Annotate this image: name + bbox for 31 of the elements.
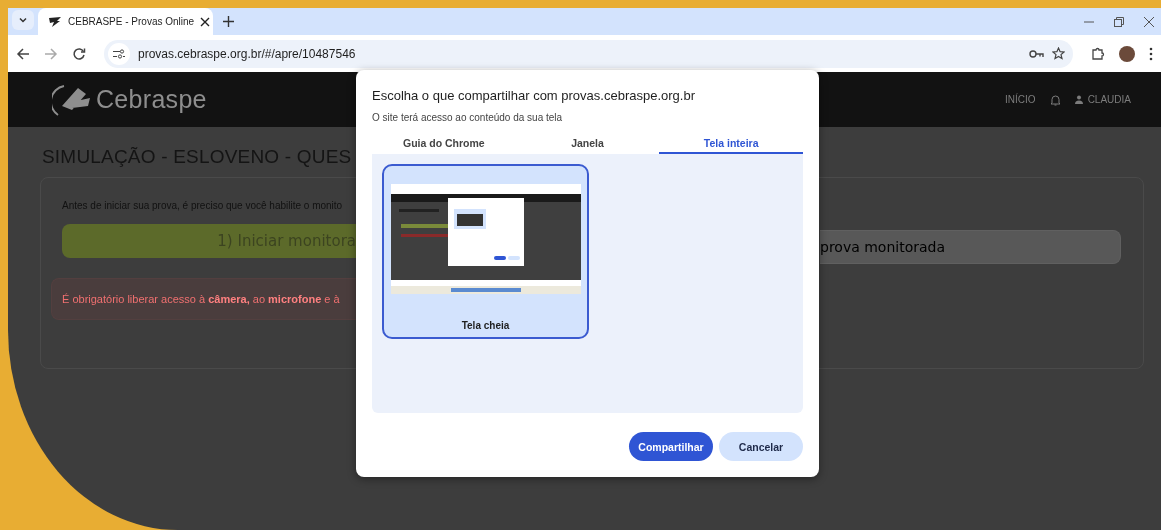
- logo-text: Cebraspe: [96, 85, 207, 114]
- share-button[interactable]: Compartilhar: [629, 432, 713, 461]
- screen-label: Tela cheia: [461, 320, 510, 331]
- browser-tab[interactable]: CEBRASPE - Provas Online: [38, 8, 213, 35]
- more-menu-icon[interactable]: [1149, 46, 1153, 61]
- close-icon[interactable]: [200, 16, 211, 27]
- user-icon: [1074, 95, 1083, 104]
- puzzle-icon[interactable]: [1091, 46, 1105, 61]
- star-icon[interactable]: [1052, 47, 1065, 60]
- share-tab[interactable]: Tela inteira: [659, 136, 803, 154]
- user-name[interactable]: CLAUDIA: [1087, 94, 1131, 105]
- screen-option[interactable]: Tela cheia: [382, 164, 589, 339]
- key-icon[interactable]: [1029, 48, 1044, 59]
- site-info-button[interactable]: [108, 42, 130, 65]
- address-bar[interactable]: provas.cebraspe.org.br/#/apre/10487546: [104, 39, 1073, 68]
- back-arrow-icon[interactable]: [16, 46, 30, 61]
- cancel-button[interactable]: Cancelar: [719, 432, 803, 461]
- dialog-title: Escolha o que compartilhar com provas.cebraspe.org.br: [372, 88, 696, 103]
- dialog-subtitle: O site terá acesso ao conteúdo da sua tela: [372, 112, 564, 123]
- tune-icon: [113, 48, 125, 59]
- plus-icon[interactable]: [223, 16, 234, 27]
- profile-avatar[interactable]: [1119, 45, 1135, 62]
- nav-link[interactable]: INÍCIO: [1005, 94, 1036, 105]
- favicon-icon: [48, 15, 62, 28]
- alert-message: É obrigatório liberar acesso à câmera, ao microfone e à: [51, 278, 356, 320]
- reload-icon[interactable]: [72, 46, 86, 61]
- restore-icon[interactable]: [1113, 15, 1125, 28]
- bell-icon[interactable]: [1049, 93, 1061, 106]
- url-text: provas.cebraspe.org.br/#/apre/10487546: [138, 46, 357, 61]
- tab-title: CEBRASPE - Provas Online: [68, 16, 195, 27]
- tab-search-button[interactable]: [12, 9, 34, 30]
